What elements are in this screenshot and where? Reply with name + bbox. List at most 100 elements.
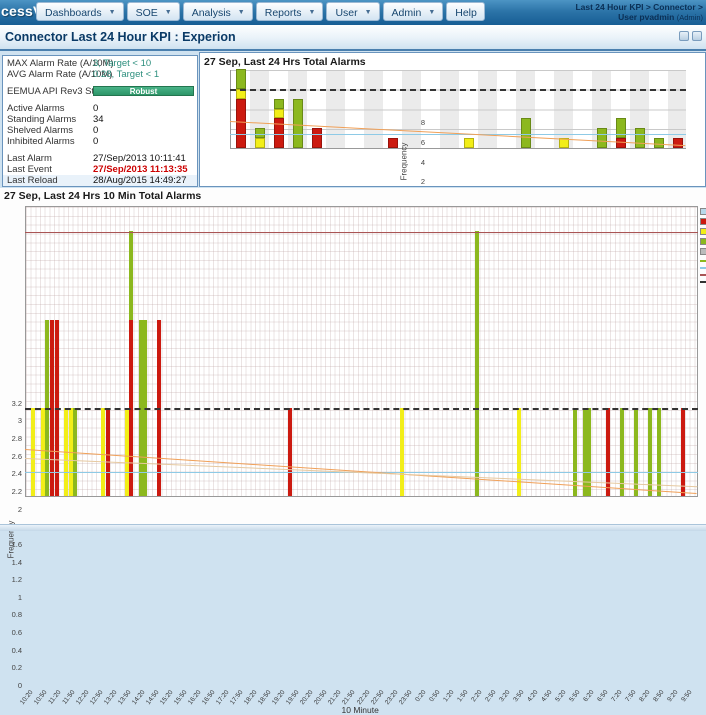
- y-tick-label: 0.4: [4, 646, 22, 655]
- hourly-chart-panel: 27 Sep, Last 24 Hrs Total Alarms 11:0012…: [199, 52, 706, 187]
- menu-admin[interactable]: Admin ▼: [383, 2, 444, 21]
- kpi-value: 27/Sep/2013 11:13:35: [93, 164, 188, 175]
- kpi-value: 3, Target < 10: [93, 58, 151, 69]
- chevron-down-icon: ▼: [109, 9, 116, 16]
- user-info: User pvadmin (Admin): [575, 12, 703, 23]
- y-tick-label: 4: [409, 158, 425, 167]
- yellow-alarm-bar[interactable]: [41, 408, 45, 496]
- yellow-alarm-bar[interactable]: [31, 408, 35, 496]
- y-tick-label: 2.4: [4, 469, 22, 478]
- green-alarm-bar[interactable]: [583, 408, 587, 496]
- max-line-swatch: [700, 274, 706, 276]
- kpi-row: Standing Alarms34: [3, 114, 197, 125]
- tenmin-chart-panel: 27 Sep, Last 24 Hrs 10 Min Total Alarms …: [0, 188, 706, 528]
- yellow-alarm-bar[interactable]: [101, 408, 105, 496]
- target-dashed-line: [25, 408, 698, 410]
- menu-analysis[interactable]: Analysis▼: [183, 2, 253, 21]
- menu-label: Admin: [392, 7, 422, 19]
- yellow-alarm-bar[interactable]: [400, 408, 404, 496]
- menu-soe[interactable]: SOE ▼: [127, 2, 180, 21]
- kpi-label: Last Event: [7, 164, 52, 175]
- kpi-value: 28/Aug/2015 14:49:27: [93, 175, 187, 186]
- status-badge: Robust: [93, 86, 194, 96]
- kpi-row: Last Event 27/Sep/2013 11:13:35: [3, 164, 197, 175]
- yellow-alarm-bar[interactable]: [125, 408, 129, 496]
- kpi-value: 0.28, Target < 1: [93, 69, 159, 80]
- green-alarm-bar[interactable]: [236, 69, 246, 89]
- red-alarm-bar[interactable]: [312, 128, 322, 148]
- settings-icon[interactable]: [692, 31, 702, 41]
- chevron-down-icon: ▼: [428, 9, 435, 16]
- red-alarm-bar[interactable]: [288, 408, 292, 496]
- menu-label: SOE: [136, 7, 158, 19]
- green-alarm-bar[interactable]: [648, 408, 652, 496]
- green-alarm-bar[interactable]: [616, 118, 626, 138]
- y-tick-label: 0.8: [4, 610, 22, 619]
- yellow-alarm-bar[interactable]: [517, 408, 521, 496]
- kpi-row: AVG Alarm Rate (A/10M)0.28, Target < 1: [3, 69, 197, 80]
- lightblue-swatch: [700, 208, 706, 215]
- target-dashed-line: [230, 89, 686, 91]
- green-alarm-bar[interactable]: [274, 99, 284, 109]
- y-tick-label: 3: [4, 416, 22, 425]
- kpi-stats-panel: MAX Alarm Rate (A/10M)3, Target < 10AVG …: [2, 55, 198, 187]
- hourly-chart-plot[interactable]: [230, 70, 686, 149]
- tenmin-chart-plot[interactable]: [25, 206, 698, 497]
- yellow-alarm-bar[interactable]: [464, 138, 474, 148]
- kpi-row: Last Reload28/Aug/2015 14:49:27: [3, 175, 197, 186]
- red-alarm-bar[interactable]: [616, 138, 626, 148]
- window-bottom-strip: [0, 524, 706, 531]
- menu-bar: Dashboards▼SOE▼Analysis▼Reports▼User▼Adm…: [36, 2, 488, 21]
- kpi-value: 0: [93, 103, 98, 114]
- red-alarm-bar[interactable]: [106, 408, 110, 496]
- green-alarm-bar[interactable]: [573, 408, 577, 496]
- chevron-down-icon: ▼: [165, 9, 172, 16]
- kpi-label: Shelved Alarms: [7, 125, 73, 136]
- green-alarm-bar[interactable]: [657, 408, 661, 496]
- y-tick-label: 1.4: [4, 558, 22, 567]
- red-alarm-bar[interactable]: [673, 138, 683, 148]
- y-tick-label: 2.6: [4, 452, 22, 461]
- page-title: Connector Last 24 Hour KPI : Experion: [5, 30, 236, 44]
- yellow-alarm-bar[interactable]: [274, 109, 284, 119]
- y-tick-label: 0.6: [4, 628, 22, 637]
- kpi-row: EEMUA API Rev3 Steady StateRobust: [3, 86, 197, 97]
- tenmin-chart-legend: [700, 208, 706, 288]
- kpi-label: Inhibited Alarms: [7, 136, 75, 147]
- breadcrumb[interactable]: Last 24 Hour KPI > Connector >: [575, 2, 703, 12]
- menu-reports[interactable]: Reports▼: [256, 2, 324, 21]
- kpi-value: 27/Sep/2013 10:11:41: [93, 153, 186, 164]
- green-alarm-bar[interactable]: [597, 128, 607, 148]
- green-alarm-bar[interactable]: [129, 231, 133, 319]
- menu-label: User: [335, 7, 357, 19]
- red-alarm-bar[interactable]: [388, 138, 398, 148]
- red-alarm-bar[interactable]: [681, 408, 685, 496]
- chevron-down-icon: ▼: [238, 9, 245, 16]
- menu-help[interactable]: Help: [446, 2, 485, 21]
- green-alarm-bar[interactable]: [635, 128, 645, 148]
- green-line-swatch: [700, 260, 706, 262]
- yellow-swatch: [700, 228, 706, 235]
- kpi-label: Last Alarm: [7, 153, 52, 164]
- y-tick-label: 2.8: [4, 434, 22, 443]
- red-alarm-bar[interactable]: [236, 99, 246, 148]
- green-alarm-bar[interactable]: [293, 99, 303, 148]
- y-tick-label: 1: [4, 593, 22, 602]
- y-tick-label: 0.2: [4, 663, 22, 672]
- y-tick-label: 8: [409, 118, 425, 127]
- kpi-row: Last Alarm 27/Sep/2013 10:11:41: [3, 153, 197, 164]
- yellow-alarm-bar[interactable]: [255, 138, 265, 148]
- menu-label: Dashboards: [45, 7, 102, 19]
- target-dash-swatch: [700, 281, 706, 283]
- menu-label: Help: [455, 7, 477, 19]
- green-alarm-bar[interactable]: [475, 231, 479, 496]
- kpi-label: Standing Alarms: [7, 114, 76, 125]
- green-alarm-bar[interactable]: [587, 408, 591, 496]
- kpi-label: Active Alarms: [7, 103, 65, 114]
- kpi-row: Active Alarms 0: [3, 103, 197, 114]
- title-bar-icons: [679, 31, 702, 41]
- refresh-icon[interactable]: [679, 31, 689, 41]
- menu-user[interactable]: User▼: [326, 2, 379, 21]
- menu-dashboards[interactable]: Dashboards ▼: [36, 2, 124, 21]
- kpi-value: 0: [93, 125, 98, 136]
